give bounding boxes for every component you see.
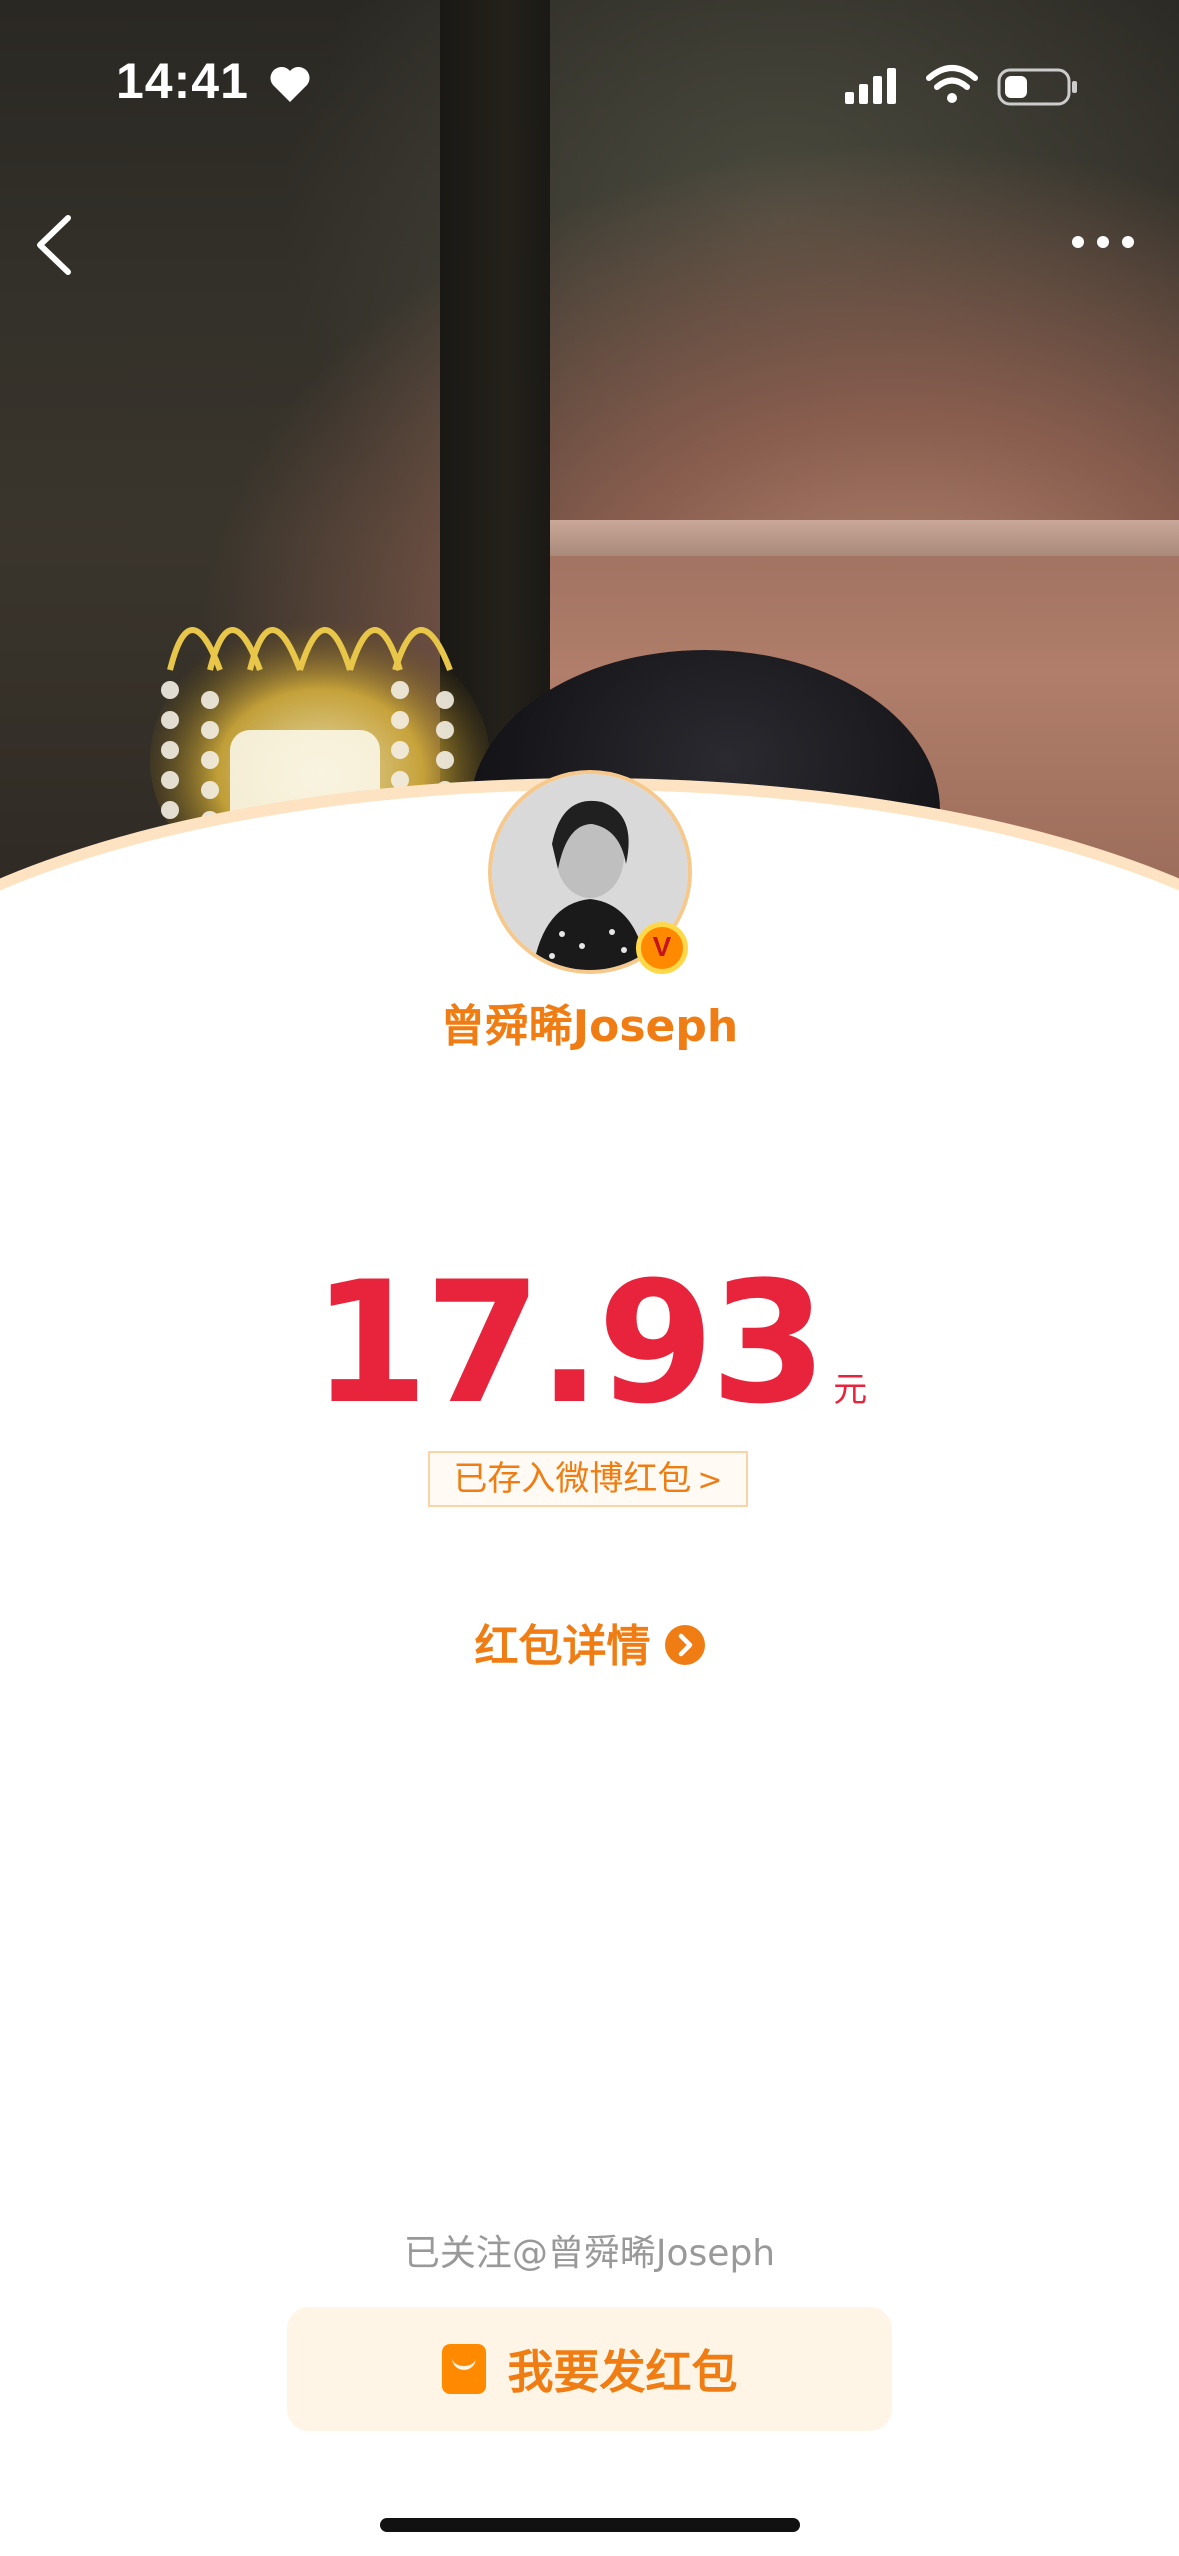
cellular-signal-icon xyxy=(845,68,896,104)
redpacket-detail-link[interactable]: 红包详情 xyxy=(0,1610,1179,1674)
redpacket-amount: 17.93 xyxy=(311,1245,827,1441)
amount-row: 17.93 元 xyxy=(0,1245,1179,1441)
saved-text: 已存入微博红包 xyxy=(453,1459,692,1499)
saved-to-wallet-link[interactable]: 已存入微博红包 > xyxy=(428,1451,748,1507)
verified-badge-icon: V xyxy=(636,922,688,974)
redpacket-detail-label: 红包详情 xyxy=(474,1621,651,1672)
followed-text: 已关注@曾舜晞Joseph xyxy=(403,2233,776,2274)
username[interactable]: 曾舜晞Joseph xyxy=(0,990,1179,1054)
red-envelope-icon xyxy=(441,2344,486,2394)
send-redpacket-button[interactable]: 我要发红包 xyxy=(287,2307,892,2431)
status-bar: 14:41 xyxy=(0,0,1179,150)
more-ellipsis-icon[interactable] xyxy=(1070,225,1136,259)
wifi-icon xyxy=(926,65,978,103)
battery-icon xyxy=(997,68,1077,106)
circle-arrow-right-icon xyxy=(664,1625,705,1665)
status-time: 14:41 xyxy=(116,53,249,109)
amount-unit: 元 xyxy=(833,1370,868,1410)
home-indicator[interactable] xyxy=(380,2518,800,2532)
chevron-right-icon: > xyxy=(697,1463,723,1498)
heart-icon xyxy=(270,66,310,102)
back-chevron-icon[interactable] xyxy=(30,210,80,280)
send-redpacket-label: 我要发红包 xyxy=(507,2345,738,2399)
photo-wall-band xyxy=(540,520,1179,556)
